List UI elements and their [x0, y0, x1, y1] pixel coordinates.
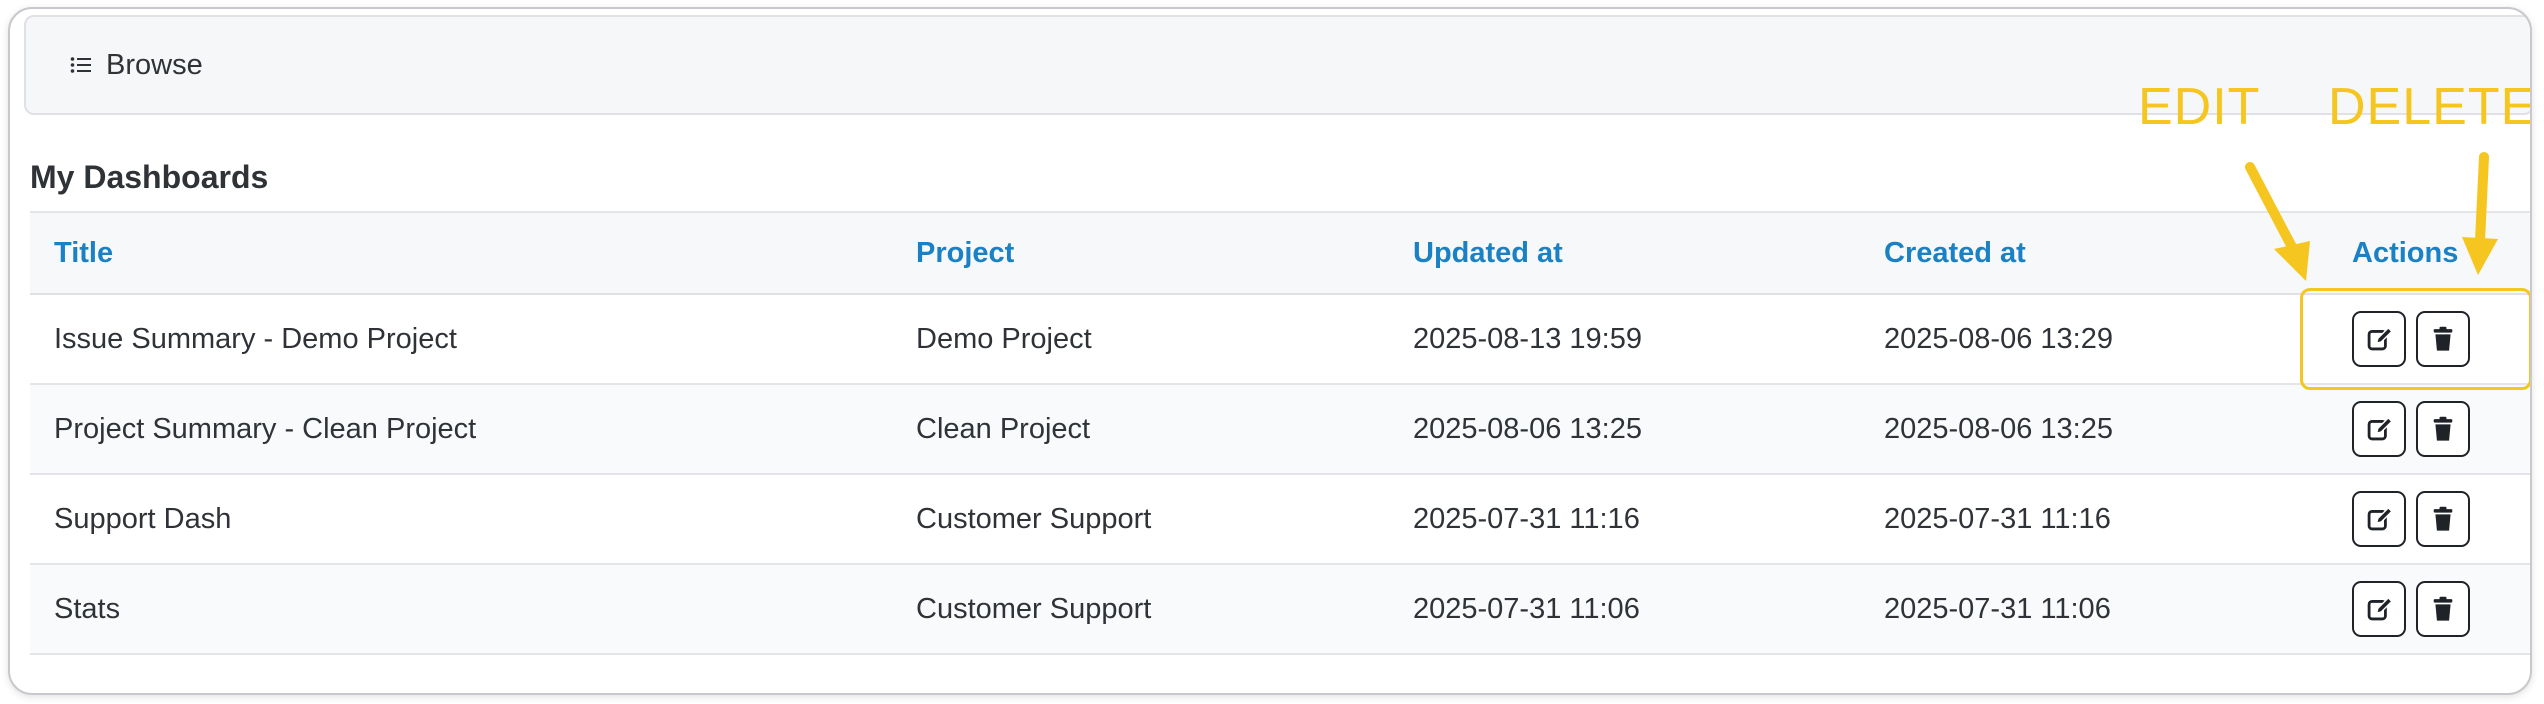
actions-highlight-box — [2300, 288, 2530, 390]
column-header-project[interactable]: Project — [916, 213, 1014, 293]
edit-icon — [2365, 505, 2393, 533]
browse-button[interactable]: Browse — [70, 49, 203, 82]
column-header-title[interactable]: Title — [54, 213, 113, 293]
section-title: My Dashboards — [30, 159, 269, 195]
column-header-updated-at[interactable]: Updated at — [1413, 213, 1563, 293]
cell-title[interactable]: Issue Summary - Demo Project — [54, 295, 457, 383]
delete-arrow-icon — [2462, 152, 2498, 275]
cell-created-at: 2025-08-06 13:25 — [1884, 413, 2113, 445]
table-row: Support Dash Customer Support 2025-07-31… — [30, 475, 2530, 565]
delete-annotation-label: DELETE — [2328, 78, 2532, 136]
edit-button[interactable] — [2352, 401, 2406, 457]
trash-icon — [2429, 415, 2457, 443]
list-icon — [70, 56, 92, 74]
table-row: Stats Customer Support 2025-07-31 11:06 … — [30, 565, 2530, 655]
delete-button[interactable] — [2416, 401, 2470, 457]
edit-annotation-label: EDIT — [2138, 78, 2261, 136]
edit-icon — [2365, 415, 2393, 443]
table-header: Title Project Updated at Created at Acti… — [30, 211, 2530, 295]
cell-updated-at: 2025-08-13 19:59 — [1413, 323, 1642, 355]
cell-title[interactable]: Project Summary - Clean Project — [54, 385, 476, 473]
cell-created-at: 2025-08-06 13:29 — [1884, 323, 2113, 355]
dashboards-table: Title Project Updated at Created at Acti… — [30, 211, 2530, 655]
edit-arrow-icon — [2245, 162, 2310, 281]
column-header-actions: Actions — [2352, 237, 2459, 269]
cell-updated-at: 2025-07-31 11:16 — [1413, 503, 1640, 535]
app-window: Browse My Dashboards Title Project Updat… — [8, 7, 2532, 695]
column-header-created-at[interactable]: Created at — [1884, 213, 2026, 293]
cell-project: Customer Support — [916, 503, 1152, 535]
edit-button[interactable] — [2352, 491, 2406, 547]
cell-title[interactable]: Support Dash — [54, 475, 231, 563]
trash-icon — [2429, 505, 2457, 533]
cell-created-at: 2025-07-31 11:06 — [1884, 593, 2111, 625]
delete-button[interactable] — [2416, 581, 2470, 637]
table-row: Issue Summary - Demo Project Demo Projec… — [30, 295, 2530, 385]
cell-project: Clean Project — [916, 413, 1091, 445]
delete-button[interactable] — [2416, 491, 2470, 547]
cell-updated-at: 2025-07-31 11:06 — [1413, 593, 1640, 625]
row-actions — [2352, 565, 2470, 653]
table-body: Issue Summary - Demo Project Demo Projec… — [30, 295, 2530, 655]
row-actions — [2352, 385, 2470, 473]
cell-title[interactable]: Stats — [54, 565, 120, 653]
cell-updated-at: 2025-08-06 13:25 — [1413, 413, 1642, 445]
table-row: Project Summary - Clean Project Clean Pr… — [30, 385, 2530, 475]
edit-button[interactable] — [2352, 581, 2406, 637]
cell-created-at: 2025-07-31 11:16 — [1884, 503, 2111, 535]
cell-project: Customer Support — [916, 593, 1152, 625]
cell-project: Demo Project — [916, 323, 1092, 355]
trash-icon — [2429, 595, 2457, 623]
row-actions — [2352, 475, 2470, 563]
edit-icon — [2365, 595, 2393, 623]
browse-label: Browse — [106, 48, 203, 81]
